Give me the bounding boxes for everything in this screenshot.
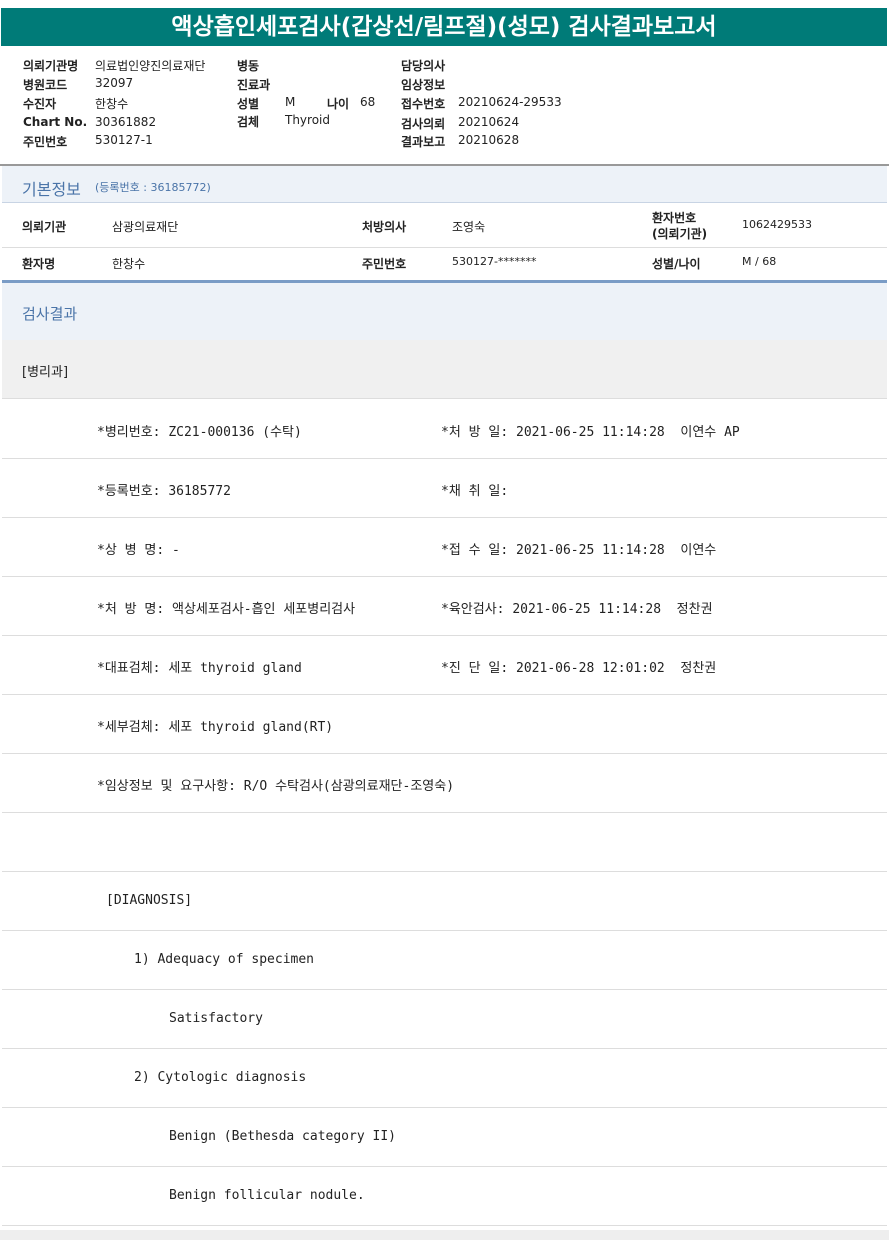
- value: Thyroid: [285, 113, 330, 127]
- result-row: *등록번호: 36185772 *채 취 일:: [2, 459, 887, 518]
- department: [병리과]: [22, 365, 69, 380]
- value: 530127-1: [95, 133, 153, 147]
- result-left: *등록번호: 36185772: [97, 484, 231, 499]
- diagnosis-text: Satisfactory: [169, 1011, 263, 1026]
- label: 수진자: [23, 97, 57, 111]
- report-title: 액상흡인세포검사(갑상선/림프절)(성모) 검사결과보고서: [1, 8, 887, 46]
- label: 검사의뢰: [401, 117, 446, 131]
- result-right: *채 취 일:: [441, 484, 509, 499]
- label: 담당의사: [401, 59, 446, 73]
- label: (의뢰기관): [652, 227, 708, 241]
- value: 20210624: [458, 115, 520, 129]
- result-left: *처 방 명: 액상세포검사-흡인 세포병리검사: [97, 602, 356, 617]
- result-row: *병리번호: ZC21-000136 (수탁) *처 방 일: 2021-06-2…: [2, 400, 887, 459]
- result-row: *임상정보 및 요구사항: R/O 수탁검사(삼광의료재단-조영숙): [2, 754, 887, 813]
- diagnosis-text: Benign follicular nodule.: [169, 1188, 365, 1203]
- basic-info-title: 기본정보: [22, 180, 81, 199]
- value: 한창수: [112, 257, 146, 271]
- department-row: [병리과]: [2, 340, 887, 399]
- value: 68: [360, 95, 376, 109]
- label: Chart No.: [23, 115, 88, 129]
- label: 성별/나이: [652, 257, 701, 271]
- diagnosis-row: Benign (Bethesda category II): [2, 1108, 887, 1167]
- value: 20210624-29533: [458, 95, 562, 109]
- label: 진료과: [237, 78, 271, 92]
- label: 환자명: [22, 257, 56, 271]
- registration-number: (등록번호 : 36185772): [95, 181, 211, 194]
- scrollbar[interactable]: [0, 1230, 889, 1240]
- result-row: *대표검체: 세포 thyroid gland *진 단 일: 2021-06-2…: [2, 636, 887, 695]
- result-row: *세부검체: 세포 thyroid gland(RT): [2, 695, 887, 754]
- diagnosis-row: 2) Cytologic diagnosis: [2, 1049, 887, 1108]
- result-left: *대표검체: 세포 thyroid gland: [97, 661, 302, 676]
- label: 검체: [237, 115, 260, 129]
- info-row: 환자명 한창수 주민번호 530127-******* 성별/나이 M / 68: [2, 248, 887, 278]
- label: 나이: [327, 97, 350, 111]
- value: 30361882: [95, 115, 157, 129]
- result-row: *처 방 명: 액상세포검사-흡인 세포병리검사 *육안검사: 2021-06-2…: [2, 577, 887, 636]
- diagnosis-row: 1) Adequacy of specimen: [2, 931, 887, 990]
- diagnosis-text: 1) Adequacy of specimen: [134, 952, 315, 967]
- label: 병원코드: [23, 78, 68, 92]
- result-left: *상 병 명: -: [97, 543, 180, 558]
- label: 환자번호: [652, 211, 697, 225]
- result-left: *임상정보 및 요구사항: R/O 수탁검사(삼광의료재단-조영숙): [97, 779, 455, 794]
- label: 접수번호: [401, 97, 446, 111]
- result-row: *상 병 명: - *접 수 일: 2021-06-25 11:14:28 이연수: [2, 518, 887, 577]
- value: 조영숙: [452, 220, 486, 234]
- value: 삼광의료재단: [112, 220, 179, 234]
- basic-info-header: 기본정보 (등록번호 : 36185772): [2, 166, 887, 203]
- label: 주민번호: [23, 135, 68, 149]
- value: 530127-*******: [452, 255, 537, 268]
- value: 의료법인양진의료재단: [95, 59, 206, 73]
- value: M: [285, 95, 296, 109]
- results-header: 검사결과: [2, 280, 887, 342]
- results-title: 검사결과: [22, 305, 78, 323]
- info-row: 의뢰기관 삼광의료재단 처방의사 조영숙 환자번호 (의뢰기관) 1062429…: [2, 203, 887, 248]
- result-left: *세부검체: 세포 thyroid gland(RT): [97, 720, 334, 735]
- diagnosis-text: Benign (Bethesda category II): [169, 1129, 396, 1144]
- value: M / 68: [742, 255, 777, 268]
- diagnosis-row: Benign follicular nodule.: [2, 1167, 887, 1226]
- result-left: *병리번호: ZC21-000136 (수탁): [97, 425, 302, 440]
- result-row: [2, 813, 887, 872]
- label: 처방의사: [362, 220, 407, 234]
- value: 1062429533: [742, 218, 812, 231]
- diagnosis-text: [DIAGNOSIS]: [106, 893, 193, 908]
- diagnosis-row: [DIAGNOSIS]: [2, 872, 887, 931]
- value: 20210628: [458, 133, 520, 147]
- label: 의뢰기관명: [23, 59, 79, 73]
- label: 성별: [237, 97, 260, 111]
- result-right: *진 단 일: 2021-06-28 12:01:02 정찬권: [441, 661, 717, 676]
- value: 32097: [95, 76, 134, 90]
- label: 임상정보: [401, 78, 446, 92]
- result-right: *육안검사: 2021-06-25 11:14:28 정찬권: [441, 602, 713, 617]
- label: 의뢰기관: [22, 220, 67, 234]
- label: 병동: [237, 59, 260, 73]
- diagnosis-text: 2) Cytologic diagnosis: [134, 1070, 307, 1085]
- result-right: *처 방 일: 2021-06-25 11:14:28 이연수 AP: [441, 425, 740, 440]
- label: 결과보고: [401, 135, 446, 149]
- value: 한창수: [95, 97, 129, 111]
- result-right: *접 수 일: 2021-06-25 11:14:28 이연수: [441, 543, 717, 558]
- label: 주민번호: [362, 257, 407, 271]
- diagnosis-row: Satisfactory: [2, 990, 887, 1049]
